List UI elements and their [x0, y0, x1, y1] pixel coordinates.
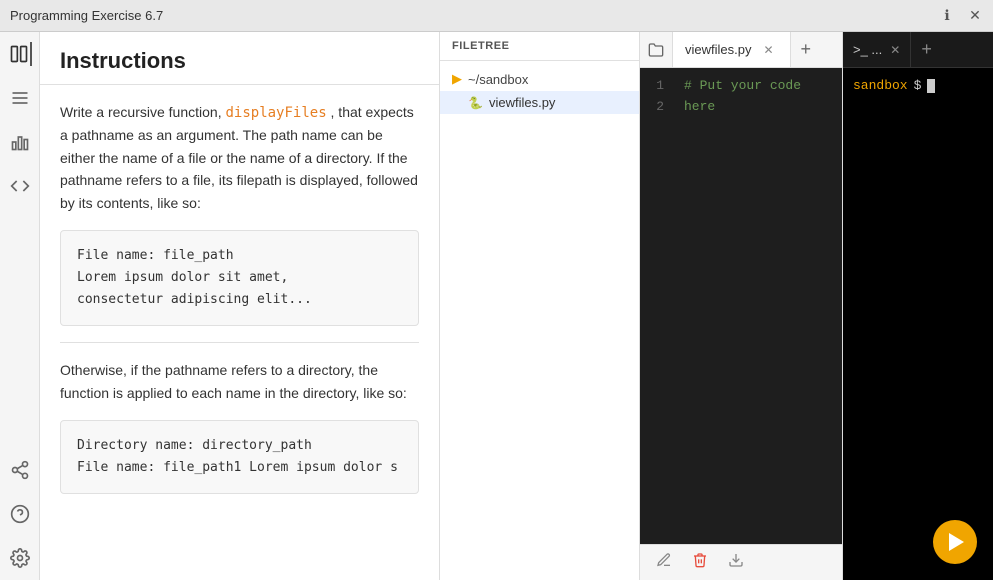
filetree-content: ▶ ~/sandbox 🐍 viewfiles.py	[440, 61, 639, 580]
close-icon[interactable]: ✕	[967, 8, 983, 24]
editor-tab-name: viewfiles.py	[685, 42, 751, 57]
terminal-panel: >_ ... ✕ + sandbox $	[843, 32, 993, 580]
code-block-2: Directory name: directory_path File name…	[60, 420, 419, 494]
instructions-title: Instructions	[60, 48, 419, 74]
section-divider	[60, 342, 419, 343]
filetree-panel: FILETREE ▶ ~/sandbox 🐍 viewfiles.py	[440, 32, 640, 580]
file-name: viewfiles.py	[489, 95, 555, 110]
code-area: # Put your code here	[676, 76, 842, 536]
sidebar-item-settings[interactable]	[8, 546, 32, 570]
run-button-icon	[949, 533, 964, 551]
folder-icon: ▶	[452, 71, 462, 87]
editor-content[interactable]: 1 2 # Put your code here	[640, 68, 842, 544]
instructions-panel: Instructions Write a recursive function,…	[40, 32, 440, 580]
instructions-content[interactable]: Write a recursive function, displayFiles…	[40, 85, 439, 580]
trash-icon[interactable]	[688, 548, 712, 577]
editor-panel: viewfiles.py ✕ + 1 2 # Put your code her…	[640, 32, 843, 580]
code-line-1: # Put your code here	[684, 76, 834, 118]
terminal-dollar: $	[914, 78, 922, 93]
files-tab-icon[interactable]	[640, 32, 673, 67]
terminal-tab-add[interactable]: +	[911, 39, 942, 60]
pencil-icon[interactable]	[652, 548, 676, 577]
filetree-header: FILETREE	[440, 32, 639, 61]
sidebar	[0, 32, 40, 580]
terminal-tab-close[interactable]: ✕	[890, 43, 900, 57]
python-file-icon: 🐍	[468, 96, 483, 110]
editor-footer	[640, 544, 842, 580]
terminal-tab-label: >_ ...	[853, 42, 882, 57]
code-line-2	[684, 118, 834, 139]
instructions-header: Instructions	[40, 32, 439, 85]
terminal-tab[interactable]: >_ ... ✕	[843, 32, 911, 67]
terminal-prompt: sandbox $	[853, 78, 983, 93]
terminal-sandbox-label: sandbox	[853, 78, 908, 93]
run-button[interactable]	[933, 520, 977, 564]
folder-name: ~/sandbox	[468, 72, 528, 87]
download-icon[interactable]	[724, 548, 748, 577]
sidebar-item-book[interactable]	[8, 42, 32, 66]
sidebar-item-chart[interactable]	[8, 130, 32, 154]
terminal-cursor	[927, 79, 935, 93]
sidebar-item-help[interactable]	[8, 502, 32, 526]
sidebar-bottom	[8, 458, 32, 580]
main-layout: Instructions Write a recursive function,…	[0, 32, 993, 580]
sidebar-item-list[interactable]	[8, 86, 32, 110]
sidebar-item-code[interactable]	[8, 174, 32, 198]
editor-tab-close[interactable]: ✕	[759, 41, 777, 59]
titlebar-controls: ℹ ✕	[939, 8, 983, 24]
instructions-paragraph1: Write a recursive function, displayFiles…	[60, 101, 419, 214]
editor-tab-add[interactable]: +	[791, 32, 822, 67]
line-numbers: 1 2	[640, 76, 676, 536]
terminal-content[interactable]: sandbox $	[843, 68, 993, 580]
terminal-tabs: >_ ... ✕ +	[843, 32, 993, 68]
filetree-folder-sandbox[interactable]: ▶ ~/sandbox	[440, 67, 639, 91]
code-block-1: File name: file_path Lorem ipsum dolor s…	[60, 230, 419, 326]
function-name: displayFiles	[225, 105, 326, 121]
window-title: Programming Exercise 6.7	[10, 8, 163, 23]
editor-tab-viewfiles[interactable]: viewfiles.py ✕	[673, 32, 791, 67]
editor-tabs: viewfiles.py ✕ +	[640, 32, 842, 68]
info-icon[interactable]: ℹ	[939, 8, 955, 24]
titlebar: Programming Exercise 6.7 ℹ ✕	[0, 0, 993, 32]
sidebar-item-share[interactable]	[8, 458, 32, 482]
instructions-paragraph2: Otherwise, if the pathname refers to a d…	[60, 359, 419, 404]
filetree-file-viewfiles[interactable]: 🐍 viewfiles.py	[440, 91, 639, 114]
